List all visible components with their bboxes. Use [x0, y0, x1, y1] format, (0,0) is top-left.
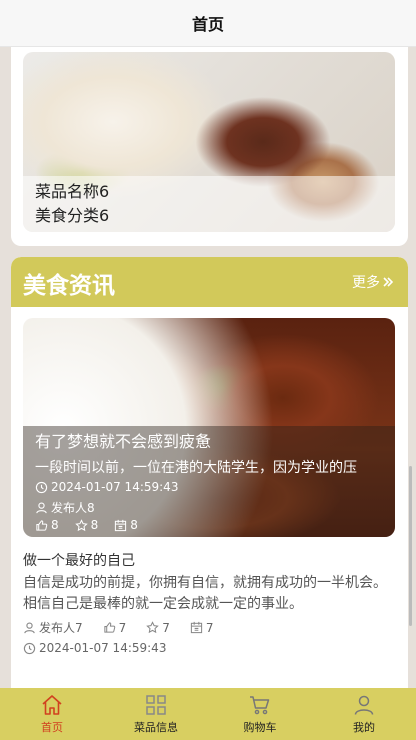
user-icon — [36, 502, 47, 514]
news-item-title: 做一个最好的自己 — [23, 553, 135, 569]
star-icon — [146, 621, 160, 634]
tab-profile-label: 我的 — [353, 721, 375, 734]
more-label: 更多 — [352, 275, 380, 291]
dish-image[interactable]: 菜品名称6 美食分类6 — [23, 52, 395, 232]
featured-views: 8 — [114, 518, 138, 532]
grid-icon — [146, 695, 166, 715]
user-icon — [354, 695, 374, 715]
calendar-icon — [115, 519, 127, 531]
featured-title: 有了梦想就不会感到疲惫 — [35, 432, 212, 451]
news-section: 美食资讯 更多 有了梦想就不会感到疲惫 一段时间以前，一位在港的大陆学生，因为学… — [11, 257, 408, 688]
featured-favorites: 8 — [74, 518, 99, 532]
clock-icon — [35, 481, 48, 493]
dish-name: 菜品名称6 — [35, 182, 110, 201]
news-item-views: 7 — [190, 619, 214, 636]
featured-author-text: 发布人8 — [51, 501, 95, 515]
tab-dishes-label: 菜品信息 — [134, 721, 178, 734]
tab-home[interactable]: 首页 — [0, 688, 104, 740]
home-icon — [42, 695, 62, 715]
thumbs-up-icon — [36, 519, 48, 531]
scrollbar[interactable] — [409, 466, 412, 626]
news-item-author-text: 发布人7 — [39, 621, 83, 635]
featured-news-card[interactable]: 有了梦想就不会感到疲惫 一段时间以前，一位在港的大陆学生，因为学业的压 2024… — [23, 318, 395, 537]
featured-favorites-count: 8 — [90, 518, 99, 532]
tab-home-label: 首页 — [41, 721, 63, 734]
page-title: 首页 — [191, 15, 224, 34]
news-list-item[interactable]: 做一个最好的自己 自信是成功的前提，你拥有自信，就拥有成功的一半机会。相信自己是… — [23, 551, 395, 655]
news-item-views-count: 7 — [205, 620, 214, 635]
news-item-likes-count: 7 — [118, 620, 127, 635]
star-icon — [74, 518, 88, 531]
dish-card[interactable]: 菜品名称6 美食分类6 — [11, 46, 408, 246]
thumbs-up-icon — [103, 622, 115, 633]
clock-icon — [23, 642, 36, 654]
cart-icon — [250, 696, 270, 715]
news-item-author: 发布人7 — [23, 619, 83, 636]
tab-cart[interactable]: 购物车 — [208, 688, 312, 740]
news-header: 美食资讯 更多 — [11, 257, 408, 307]
news-heading: 美食资讯 — [23, 273, 115, 299]
tab-profile[interactable]: 我的 — [312, 688, 416, 740]
news-item-stats: 发布人7 7 7 7 — [23, 619, 395, 636]
news-item-likes: 7 — [103, 619, 127, 636]
news-item-time-text: 2024-01-07 14:59:43 — [39, 641, 167, 655]
news-item-favorites: 7 — [146, 619, 170, 636]
news-item-time: 2024-01-07 14:59:43 — [23, 641, 395, 655]
bottom-tab-bar: 首页 菜品信息 购物车 我的 — [0, 688, 416, 740]
featured-author: 发布人8 — [35, 499, 95, 516]
news-item-favorites-count: 7 — [162, 620, 170, 635]
featured-time: 2024-01-07 14:59:43 — [35, 480, 178, 494]
calendar-icon — [190, 621, 203, 634]
main-scroll-area[interactable]: 菜品名称6 美食分类6 美食资讯 更多 有了梦想就不会感到疲惫 一段时间以前，一… — [0, 46, 416, 688]
more-link[interactable]: 更多 — [352, 272, 394, 292]
double-chevron-right-icon — [383, 277, 394, 287]
top-nav-bar: 首页 — [0, 0, 416, 47]
featured-summary: 一段时间以前，一位在港的大陆学生，因为学业的压 — [35, 460, 357, 476]
user-icon — [24, 622, 35, 634]
dish-category: 美食分类6 — [35, 206, 110, 225]
featured-stats: 8 8 8 — [35, 518, 138, 532]
featured-views-count: 8 — [130, 518, 138, 532]
featured-time-text: 2024-01-07 14:59:43 — [51, 480, 179, 494]
featured-likes-count: 8 — [51, 518, 59, 532]
news-item-summary: 自信是成功的前提，你拥有自信，就拥有成功的一半机会。相信自己是最棒的就一定会成就… — [23, 575, 387, 612]
tab-cart-label: 购物车 — [243, 721, 277, 734]
featured-likes: 8 — [35, 518, 59, 532]
tab-dishes[interactable]: 菜品信息 — [104, 688, 208, 740]
